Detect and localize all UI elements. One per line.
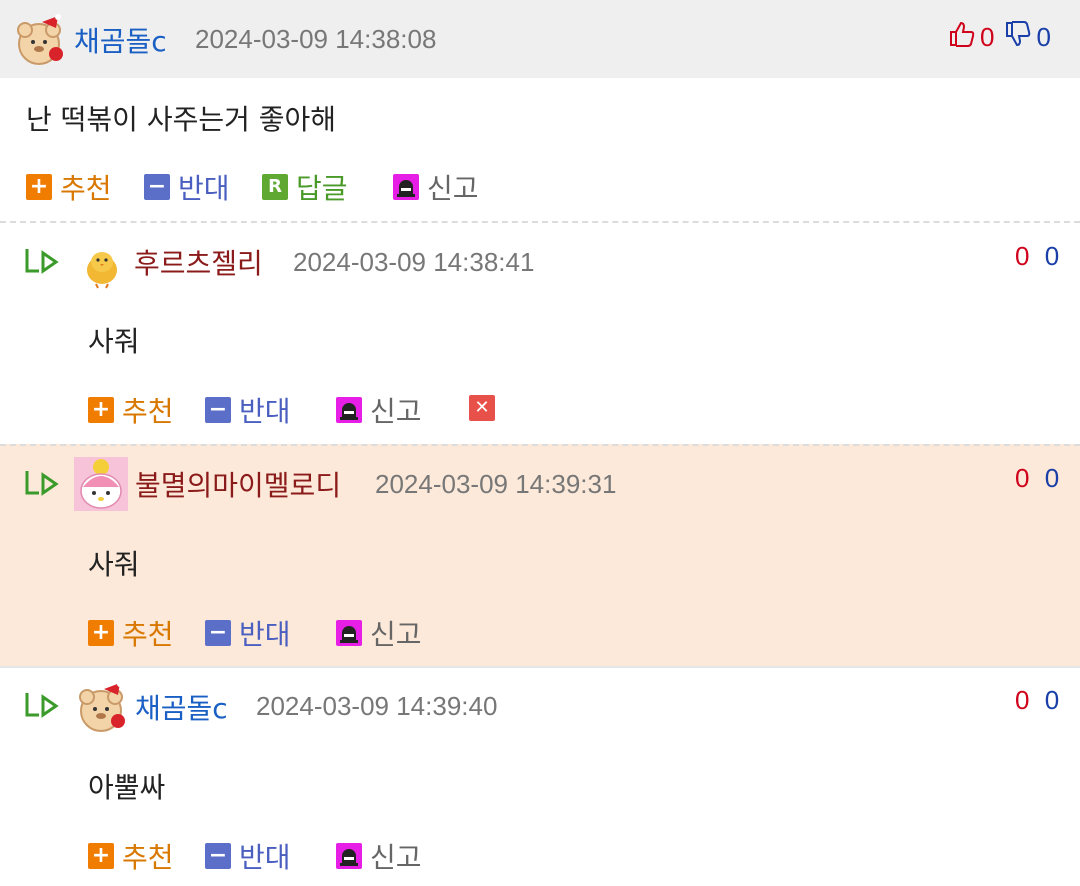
reply-arrow-icon <box>24 691 60 723</box>
delete-button[interactable]: ✕ <box>469 395 503 421</box>
comment-text: 사줘 <box>88 548 140 581</box>
report-button[interactable]: 신고 <box>393 167 479 207</box>
oppose-button[interactable]: − 반대 <box>205 613 291 653</box>
report-label: 신고 <box>370 395 422 428</box>
comment-text: 사줘 <box>88 325 140 358</box>
divider <box>0 444 1080 446</box>
comment-text: 난 떡볶이 사주는거 좋아해 <box>26 103 337 136</box>
melody-avatar[interactable] <box>74 457 128 511</box>
vote-counts: 0 0 <box>1015 685 1059 716</box>
comment-text: 아뿔싸 <box>88 771 166 804</box>
comment-date: 2024-03-09 14:38:08 <box>195 24 437 54</box>
upvote-count: 0 <box>1015 241 1030 271</box>
vote-counts: 0 0 <box>1015 463 1059 494</box>
report-button[interactable]: 신고 <box>336 836 422 876</box>
minus-icon: − <box>144 174 170 200</box>
bear-avatar[interactable] <box>74 681 128 735</box>
recommend-label: 추천 <box>122 618 174 651</box>
oppose-label: 반대 <box>239 395 291 428</box>
close-icon: ✕ <box>469 395 495 421</box>
siren-icon <box>336 843 362 869</box>
oppose-label: 반대 <box>239 618 291 651</box>
divider <box>0 221 1080 223</box>
report-button[interactable]: 신고 <box>336 613 422 653</box>
bear-avatar[interactable] <box>12 14 66 68</box>
oppose-button[interactable]: − 반대 <box>144 167 230 207</box>
vote-counts: 0 0 <box>948 20 1051 55</box>
recommend-button[interactable]: + 추천 <box>26 167 112 207</box>
thumbs-up-icon[interactable] <box>948 20 976 55</box>
report-label: 신고 <box>427 172 479 205</box>
comment-date: 2024-03-09 14:38:41 <box>293 247 535 277</box>
downvote-count: 0 <box>1044 463 1060 493</box>
downvote-count: 0 <box>1036 22 1051 52</box>
recommend-button[interactable]: + 추천 <box>88 390 174 430</box>
plus-icon: + <box>88 843 114 869</box>
report-label: 신고 <box>370 618 422 651</box>
recommend-button[interactable]: + 추천 <box>88 613 174 653</box>
report-label: 신고 <box>370 841 422 874</box>
chick-avatar[interactable] <box>80 240 134 294</box>
oppose-button[interactable]: − 반대 <box>205 390 291 430</box>
author-name[interactable]: 채곰돌c <box>135 687 228 727</box>
author-name[interactable]: 불멸의마이멜로디 <box>135 464 341 504</box>
oppose-button[interactable]: − 반대 <box>205 836 291 876</box>
comment-date: 2024-03-09 14:39:40 <box>256 691 498 721</box>
minus-icon: − <box>205 397 231 423</box>
oppose-label: 반대 <box>239 841 291 874</box>
upvote-count: 0 <box>1015 463 1030 493</box>
upvote-count: 0 <box>980 22 995 52</box>
recommend-label: 추천 <box>122 395 174 428</box>
minus-icon: − <box>205 620 231 646</box>
recommend-label: 추천 <box>60 172 112 205</box>
downvote-count: 0 <box>1044 685 1060 715</box>
comment-date: 2024-03-09 14:39:31 <box>375 469 617 499</box>
recommend-button[interactable]: + 추천 <box>88 836 174 876</box>
thumbs-down-icon[interactable] <box>1004 20 1032 55</box>
reply-arrow-icon <box>24 469 60 501</box>
reply-label: 답글 <box>296 172 348 205</box>
reply-button[interactable]: R 답글 <box>262 167 348 207</box>
downvote-count: 0 <box>1044 241 1060 271</box>
reply-icon: R <box>262 174 288 200</box>
minus-icon: − <box>205 843 231 869</box>
siren-icon <box>336 620 362 646</box>
reply-arrow-icon <box>24 247 60 279</box>
oppose-label: 반대 <box>178 172 230 205</box>
divider <box>0 666 1080 668</box>
recommend-label: 추천 <box>122 841 174 874</box>
vote-counts: 0 0 <box>1015 241 1059 272</box>
author-name[interactable]: 채곰돌c <box>74 20 167 60</box>
plus-icon: + <box>88 397 114 423</box>
author-name[interactable]: 후르츠젤리 <box>134 242 263 282</box>
report-button[interactable]: 신고 <box>336 390 422 430</box>
siren-icon <box>393 174 419 200</box>
siren-icon <box>336 397 362 423</box>
plus-icon: + <box>26 174 52 200</box>
upvote-count: 0 <box>1015 685 1030 715</box>
plus-icon: + <box>88 620 114 646</box>
